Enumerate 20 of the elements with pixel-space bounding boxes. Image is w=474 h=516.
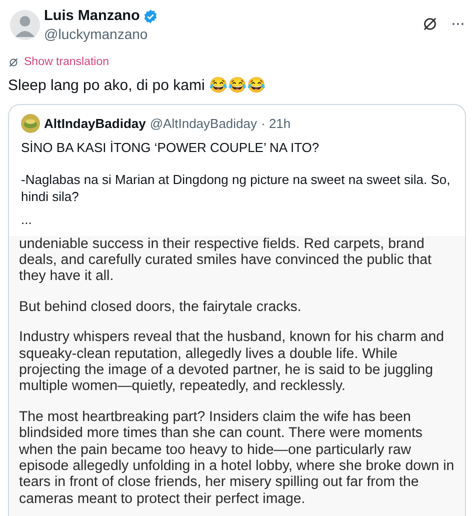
slashed-circle-icon bbox=[8, 56, 19, 68]
post-text: Sleep lang po ako, di po kami 😂😂😂 bbox=[8, 76, 267, 96]
more-icon[interactable] bbox=[452, 22, 464, 26]
quoted-post-card[interactable] bbox=[8, 104, 466, 516]
avatar[interactable] bbox=[10, 7, 40, 43]
article-paragraph: The most heartbreaking part? Insiders claim the wife has been blindsided more times than she can count. There were moments when the pain became too heavy to hide—one particularly raw episode allegedly unfolding in a hotel lobby, where she broke down in tears in front of close friends, her misery spilling out far from the cameras meant to protect their perfect image. bbox=[19, 408, 455, 508]
avatar bbox=[21, 114, 40, 132]
quoted-author-handle: @AltIndayBadiday bbox=[150, 116, 258, 130]
quoted-post-text: -Naglabas na si Marian at Dingdong ng picture na sweet na sweet sila. So, hindi sila? bbox=[21, 170, 452, 204]
quoted-author-name: AltIndayBadiday bbox=[44, 116, 146, 130]
show-translation-link[interactable]: Show translation bbox=[8, 56, 110, 68]
slashed-circle-icon[interactable] bbox=[422, 16, 438, 32]
article-paragraph: Industry whispers reveal that the husband, known for his charm and squeaky-clean reputation, allegedly lives a double life. While projecting the image of a devoted partner, he is said to be juggling multiple women—quietly, repeatedly, and recklessly. bbox=[19, 329, 446, 395]
author-handle[interactable]: @luckymanzano bbox=[44, 25, 422, 43]
post-time: · 21h bbox=[261, 116, 291, 130]
quoted-post-text: SİNO BA KASI İTONG ‘POWER COUPLE’ NA ITO? bbox=[21, 138, 320, 156]
article-paragraph: But behind closed doors, the fairytale cracks. bbox=[19, 298, 302, 316]
quoted-post-text: ... bbox=[21, 210, 33, 228]
article-paragraph: undeniable success in their respective fields. Red carpets, brand deals, and carefully curated smiles have convinced the public that they have it all. bbox=[19, 236, 432, 285]
author-name[interactable]: Luis Manzano bbox=[44, 7, 140, 25]
